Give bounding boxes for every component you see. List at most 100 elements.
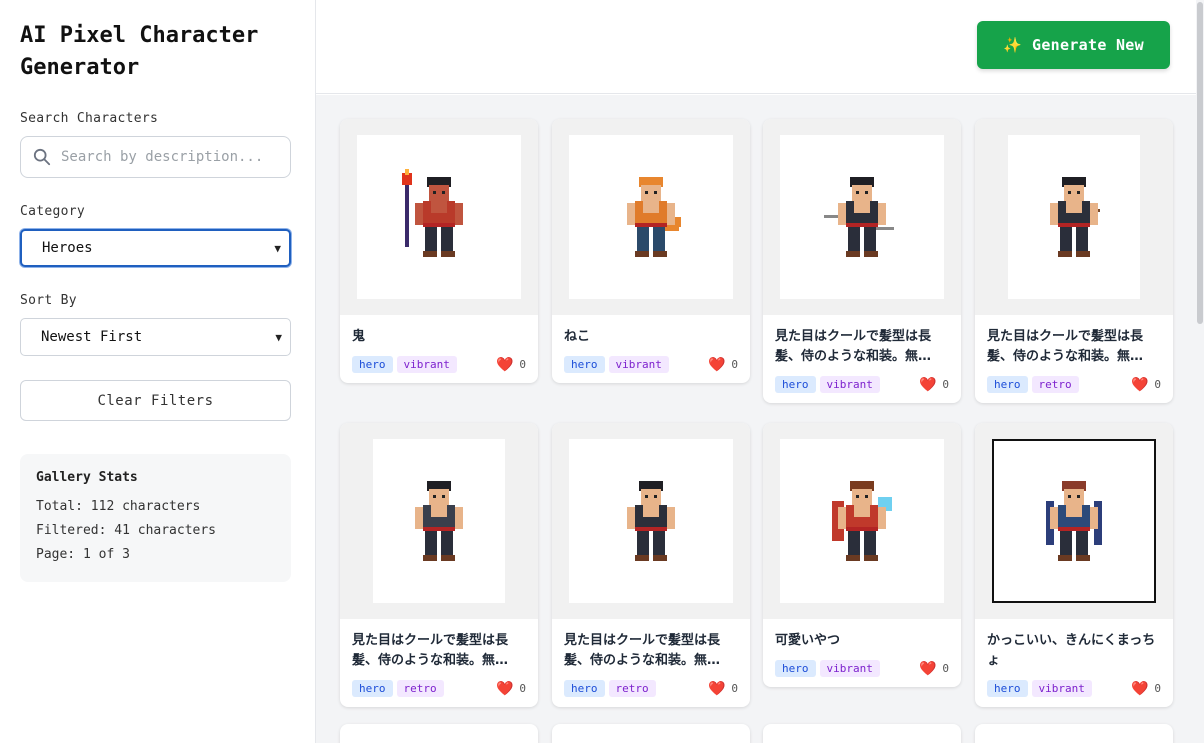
character-image (780, 135, 944, 299)
like-button[interactable]: ❤️ 0 (919, 661, 949, 677)
heart-icon: ❤️ (707, 680, 726, 697)
character-thumbnail[interactable] (552, 423, 750, 619)
stats-page: Page: 1 of 3 (36, 547, 130, 562)
like-button[interactable]: ❤️ 0 (708, 357, 738, 373)
generate-new-button[interactable]: ✨ Generate New (977, 21, 1170, 69)
tag-list: hero vibrant (352, 356, 457, 373)
like-button[interactable]: ❤️ 0 (496, 357, 526, 373)
search-input[interactable] (61, 149, 271, 165)
tag-badge[interactable]: vibrant (608, 356, 669, 373)
character-card[interactable] (552, 724, 750, 743)
scrollbar[interactable] (1196, 0, 1204, 743)
tag-badge[interactable]: retro (1031, 376, 1079, 393)
top-bar: ✨ Generate New (316, 0, 1204, 94)
tag-badge[interactable]: hero (352, 680, 393, 697)
gallery-stats: Gallery Stats Total: 112 characters Filt… (20, 454, 291, 582)
tag-badge[interactable]: hero (564, 356, 605, 373)
clear-filters-button[interactable]: Clear Filters (20, 380, 291, 421)
character-image (357, 135, 521, 299)
heart-icon: ❤️ (495, 356, 514, 373)
character-thumbnail[interactable] (975, 423, 1173, 619)
heart-icon: ❤️ (495, 680, 514, 697)
like-count: 0 (942, 662, 949, 675)
tag-badge[interactable]: vibrant (819, 660, 880, 677)
like-button[interactable]: ❤️ 0 (496, 681, 526, 697)
tag-badge[interactable]: vibrant (396, 356, 457, 373)
tag-badge[interactable]: hero (775, 660, 816, 677)
sort-select-value: Newest First (41, 329, 143, 345)
search-input-wrapper[interactable] (20, 136, 291, 178)
tag-badge[interactable]: hero (564, 680, 605, 697)
character-title: 鬼 (352, 329, 366, 344)
tag-list: hero vibrant (987, 680, 1092, 697)
tag-badge[interactable]: hero (987, 680, 1028, 697)
stats-total: Total: 112 characters (36, 499, 201, 514)
tag-badge[interactable]: hero (775, 376, 816, 393)
character-title: 見た目はクールで髪型は長髪、侍のような和装。無… (564, 633, 721, 668)
character-thumbnail[interactable] (763, 423, 961, 619)
heart-icon: ❤️ (1130, 680, 1149, 697)
tag-badge[interactable]: hero (352, 356, 393, 373)
gallery-stats-title: Gallery Stats (36, 470, 138, 485)
character-image (780, 439, 944, 603)
scrollbar-thumb[interactable] (1197, 2, 1203, 324)
character-title: 可愛いやつ (775, 633, 841, 648)
sparkles-icon: ✨ (1003, 36, 1022, 54)
like-button[interactable]: ❤️ 0 (1131, 681, 1161, 697)
character-image (992, 439, 1156, 603)
sidebar: AI Pixel Character Generator Search Char… (0, 0, 316, 743)
tag-list: hero vibrant (775, 660, 880, 677)
like-count: 0 (942, 378, 949, 391)
character-card[interactable] (340, 724, 538, 743)
character-card[interactable]: 鬼 hero vibrant ❤️ 0 (340, 119, 538, 383)
like-count: 0 (1154, 682, 1161, 695)
character-image (569, 439, 733, 603)
character-title: かっこいい、きんにくまっちょ (987, 633, 1156, 668)
category-select[interactable]: Heroes ▼ (20, 229, 291, 267)
tag-badge[interactable]: vibrant (1031, 680, 1092, 697)
character-card[interactable]: ねこ hero vibrant ❤️ 0 (552, 119, 750, 383)
character-card[interactable]: 見た目はクールで髪型は長髪、侍のような和装。無… hero retro ❤️ 0 (340, 423, 538, 707)
heart-icon: ❤️ (918, 660, 937, 677)
app-title: AI Pixel Character Generator (20, 23, 259, 80)
tag-badge[interactable]: vibrant (819, 376, 880, 393)
heart-icon: ❤️ (918, 376, 937, 393)
like-button[interactable]: ❤️ 0 (708, 681, 738, 697)
character-thumbnail[interactable] (763, 119, 961, 315)
character-image (373, 439, 505, 603)
tag-badge[interactable]: hero (987, 376, 1028, 393)
character-title: ねこ (564, 329, 591, 344)
tag-list: hero vibrant (564, 356, 669, 373)
character-thumbnail[interactable] (552, 119, 750, 315)
like-button[interactable]: ❤️ 0 (1131, 377, 1161, 393)
stats-filtered: Filtered: 41 characters (36, 523, 217, 538)
sort-select[interactable]: Newest First ▼ (20, 318, 291, 356)
chevron-down-icon: ▼ (275, 330, 282, 344)
character-card[interactable]: 見た目はクールで髪型は長髪、侍のような和装。無… hero retro ❤️ 0 (552, 423, 750, 707)
character-card[interactable]: 見た目はクールで髪型は長髪、侍のような和装。無… hero vibrant ❤️ 0 (763, 119, 961, 403)
like-count: 0 (519, 682, 526, 695)
character-card[interactable] (763, 724, 961, 743)
character-card[interactable]: 可愛いやつ hero vibrant ❤️ 0 (763, 423, 961, 687)
character-thumbnail[interactable] (340, 423, 538, 619)
tag-badge[interactable]: retro (396, 680, 444, 697)
character-thumbnail[interactable] (340, 119, 538, 315)
character-image (569, 135, 733, 299)
character-title: 見た目はクールで髪型は長髪、侍のような和装。無… (987, 329, 1144, 364)
chevron-down-icon: ▼ (274, 241, 281, 255)
character-card[interactable]: 見た目はクールで髪型は長髪、侍のような和装。無… hero retro ❤️ 0 (975, 119, 1173, 403)
like-count: 0 (1154, 378, 1161, 391)
like-button[interactable]: ❤️ 0 (919, 377, 949, 393)
search-label: Search Characters (20, 111, 159, 126)
tag-list: hero retro (987, 376, 1079, 393)
character-title: 見た目はクールで髪型は長髪、侍のような和装。無… (775, 329, 932, 364)
character-card[interactable] (975, 724, 1173, 743)
tag-list: hero vibrant (775, 376, 880, 393)
character-title: 見た目はクールで髪型は長髪、侍のような和装。無… (352, 633, 509, 668)
heart-icon: ❤️ (1130, 376, 1149, 393)
character-card[interactable]: かっこいい、きんにくまっちょ hero vibrant ❤️ 0 (975, 423, 1173, 707)
tag-badge[interactable]: retro (608, 680, 656, 697)
tag-list: hero retro (564, 680, 656, 697)
gallery-grid: 鬼 hero vibrant ❤️ 0 ねこ hero vibrant ❤️ 0 見た目はクールで髪… (316, 95, 1204, 743)
character-thumbnail[interactable] (975, 119, 1173, 315)
